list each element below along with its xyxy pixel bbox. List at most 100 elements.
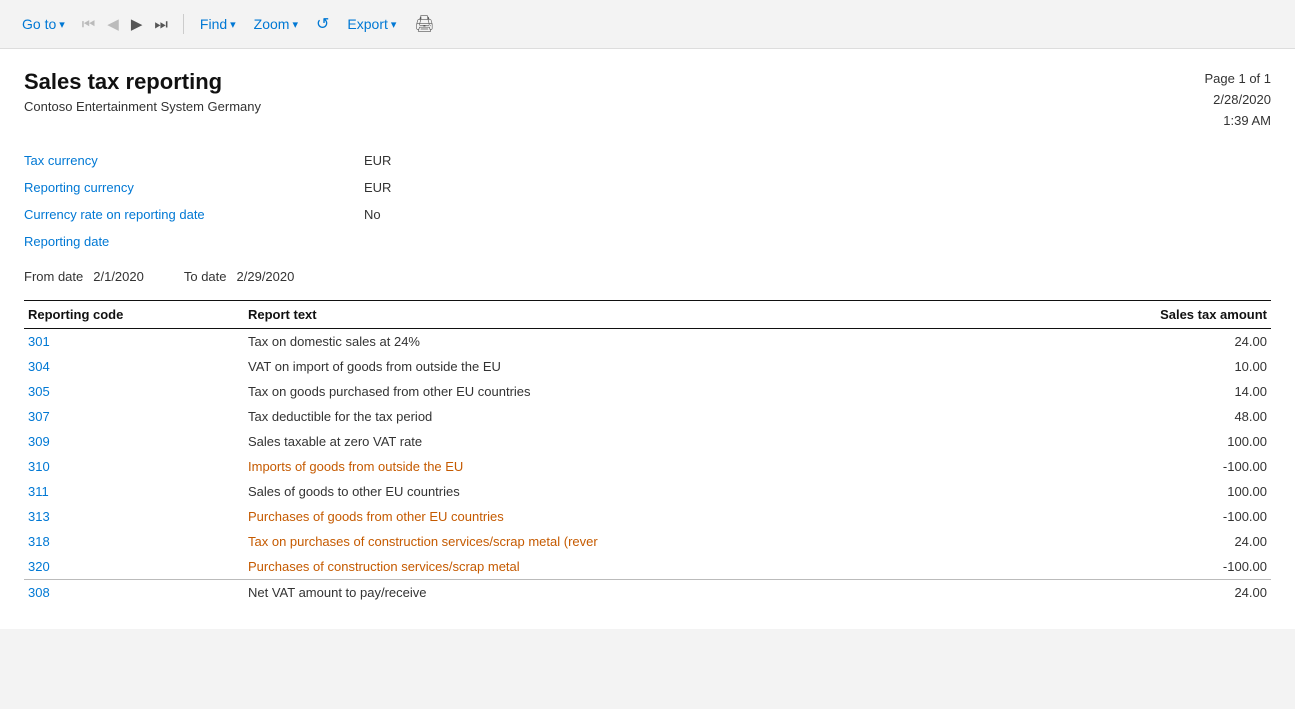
to-date-group: To date 2/29/2020: [184, 269, 295, 284]
table-row: 305Tax on goods purchased from other EU …: [24, 379, 1271, 404]
table-cell-code[interactable]: 309: [24, 429, 244, 454]
separator-1: [183, 14, 184, 34]
table-cell-amount: -100.00: [1111, 504, 1271, 529]
table-header: Reporting code Report text Sales tax amo…: [24, 301, 1271, 329]
table-cell-text: Purchases of construction services/scrap…: [244, 554, 1111, 580]
report-page-info: Page 1 of 1: [1205, 69, 1272, 90]
table-row: 318Tax on purchases of construction serv…: [24, 529, 1271, 554]
export-chevron-icon: ▾: [391, 18, 397, 31]
reporting-currency-label: Reporting currency: [24, 180, 364, 195]
table-cell-code[interactable]: 307: [24, 404, 244, 429]
table-cell-text: Imports of goods from outside the EU: [244, 454, 1111, 479]
table-cell-text: Tax deductible for the tax period: [244, 404, 1111, 429]
zoom-button[interactable]: Zoom ▾: [248, 12, 304, 36]
from-date-group: From date 2/1/2020: [24, 269, 144, 284]
table-cell-amount: 48.00: [1111, 404, 1271, 429]
zoom-label: Zoom: [254, 16, 290, 32]
table-cell-code[interactable]: 305: [24, 379, 244, 404]
from-date-label: From date: [24, 269, 83, 284]
table-cell-amount: 24.00: [1111, 529, 1271, 554]
find-label: Find: [200, 16, 227, 32]
report-header: Sales tax reporting Contoso Entertainmen…: [24, 69, 1271, 131]
goto-button[interactable]: Go to ▾: [16, 12, 71, 36]
prev-page-icon[interactable]: ◀: [102, 11, 124, 37]
table-cell-code[interactable]: 311: [24, 479, 244, 504]
table-cell-text: Purchases of goods from other EU countri…: [244, 504, 1111, 529]
tax-currency-value: EUR: [364, 153, 391, 168]
table-cell-code[interactable]: 320: [24, 554, 244, 580]
table-cell-amount: 24.00: [1111, 580, 1271, 606]
table-cell-amount: 100.00: [1111, 479, 1271, 504]
table-cell-text: VAT on import of goods from outside the …: [244, 354, 1111, 379]
last-page-icon[interactable]: ⏭: [149, 12, 173, 37]
zoom-chevron-icon: ▾: [292, 18, 298, 31]
currency-rate-label: Currency rate on reporting date: [24, 207, 364, 222]
col-header-amount: Sales tax amount: [1111, 301, 1271, 329]
table-body: 301Tax on domestic sales at 24%24.00304V…: [24, 329, 1271, 606]
col-header-code: Reporting code: [24, 301, 244, 329]
info-row-reporting-currency: Reporting currency EUR: [24, 174, 1271, 201]
table-cell-amount: -100.00: [1111, 454, 1271, 479]
dates-row: From date 2/1/2020 To date 2/29/2020: [24, 259, 1271, 300]
info-row-currency-rate: Currency rate on reporting date No: [24, 201, 1271, 228]
report-date: 2/28/2020: [1205, 90, 1272, 111]
report-company: Contoso Entertainment System Germany: [24, 99, 261, 114]
to-date-label: To date: [184, 269, 227, 284]
toolbar: Go to ▾ ⏮ ◀ ▶ ⏭ Find ▾ Zoom ▾ ↺ Export ▾…: [0, 0, 1295, 49]
print-button[interactable]: 🖨: [408, 10, 440, 38]
table-cell-text: Tax on goods purchased from other EU cou…: [244, 379, 1111, 404]
report-content: Sales tax reporting Contoso Entertainmen…: [0, 49, 1295, 629]
find-button[interactable]: Find ▾: [194, 12, 242, 36]
table-cell-code[interactable]: 313: [24, 504, 244, 529]
first-page-icon[interactable]: ⏮: [77, 12, 101, 37]
print-icon: 🖨: [414, 14, 434, 34]
table-row: 304VAT on import of goods from outside t…: [24, 354, 1271, 379]
refresh-icon: ↺: [316, 14, 329, 34]
table-cell-amount: 10.00: [1111, 354, 1271, 379]
table-cell-code[interactable]: 308: [24, 580, 244, 606]
report-table: Reporting code Report text Sales tax amo…: [24, 300, 1271, 605]
navigation-controls: ⏮ ◀ ▶ ⏭: [77, 11, 173, 37]
export-button[interactable]: Export ▾: [341, 12, 402, 36]
report-title: Sales tax reporting: [24, 69, 261, 95]
report-meta: Page 1 of 1 2/28/2020 1:39 AM: [1205, 69, 1272, 131]
table-row: 307Tax deductible for the tax period48.0…: [24, 404, 1271, 429]
table-cell-code[interactable]: 304: [24, 354, 244, 379]
table-header-row: Reporting code Report text Sales tax amo…: [24, 301, 1271, 329]
reporting-currency-value: EUR: [364, 180, 391, 195]
to-date-value: 2/29/2020: [237, 269, 295, 284]
report-title-section: Sales tax reporting Contoso Entertainmen…: [24, 69, 261, 114]
table-row: 311Sales of goods to other EU countries1…: [24, 479, 1271, 504]
table-row: 320Purchases of construction services/sc…: [24, 554, 1271, 580]
from-date-value: 2/1/2020: [93, 269, 144, 284]
table-cell-text: Net VAT amount to pay/receive: [244, 580, 1111, 606]
table-cell-text: Sales taxable at zero VAT rate: [244, 429, 1111, 454]
reporting-date-label: Reporting date: [24, 234, 364, 249]
info-section: Tax currency EUR Reporting currency EUR …: [24, 147, 1271, 255]
tax-currency-label: Tax currency: [24, 153, 364, 168]
table-cell-text: Sales of goods to other EU countries: [244, 479, 1111, 504]
info-row-tax-currency: Tax currency EUR: [24, 147, 1271, 174]
table-cell-text: Tax on domestic sales at 24%: [244, 329, 1111, 355]
table-row: 301Tax on domestic sales at 24%24.00: [24, 329, 1271, 355]
next-page-icon[interactable]: ▶: [126, 11, 148, 37]
info-row-reporting-date: Reporting date: [24, 228, 1271, 255]
table-cell-code[interactable]: 310: [24, 454, 244, 479]
table-row: 310Imports of goods from outside the EU-…: [24, 454, 1271, 479]
col-header-text: Report text: [244, 301, 1111, 329]
currency-rate-value: No: [364, 207, 381, 222]
refresh-button[interactable]: ↺: [310, 10, 335, 38]
table-cell-code[interactable]: 301: [24, 329, 244, 355]
table-cell-amount: 100.00: [1111, 429, 1271, 454]
goto-chevron-icon: ▾: [59, 18, 65, 31]
table-row: 309Sales taxable at zero VAT rate100.00: [24, 429, 1271, 454]
table-cell-amount: 14.00: [1111, 379, 1271, 404]
goto-label: Go to: [22, 16, 56, 32]
table-row: 313Purchases of goods from other EU coun…: [24, 504, 1271, 529]
table-cell-code[interactable]: 318: [24, 529, 244, 554]
table-cell-amount: 24.00: [1111, 329, 1271, 355]
table-row: 308Net VAT amount to pay/receive24.00: [24, 580, 1271, 606]
table-cell-text: Tax on purchases of construction service…: [244, 529, 1111, 554]
table-cell-amount: -100.00: [1111, 554, 1271, 580]
report-time: 1:39 AM: [1205, 111, 1272, 132]
